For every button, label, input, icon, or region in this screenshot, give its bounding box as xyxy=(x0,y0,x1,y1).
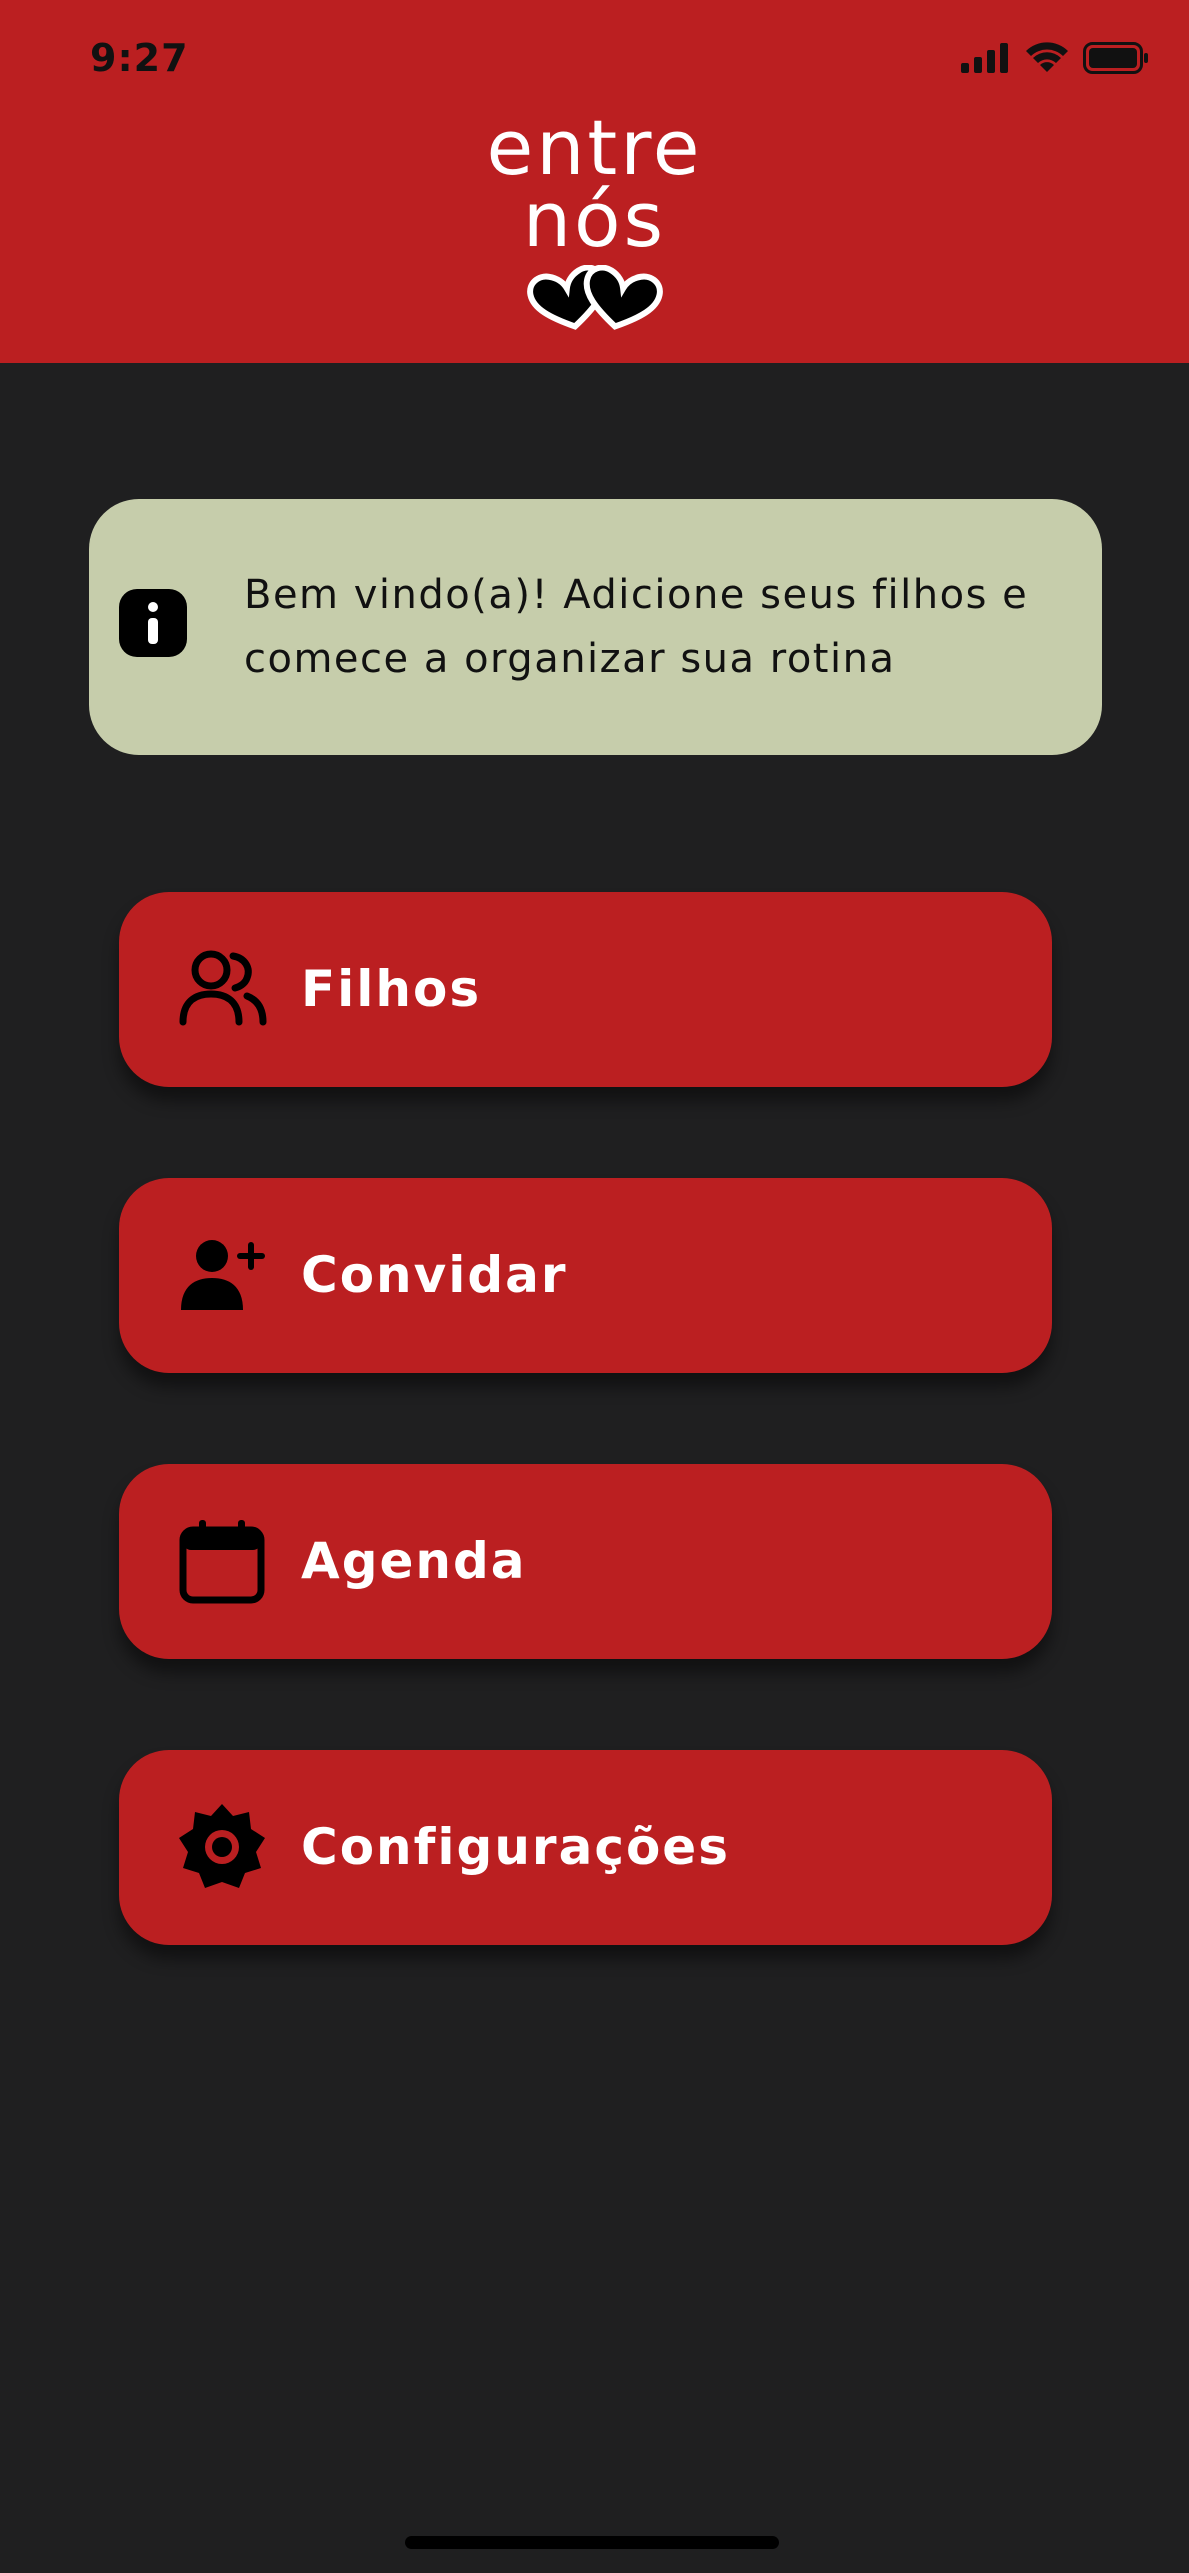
status-icons xyxy=(961,42,1149,74)
calendar-icon xyxy=(179,1520,265,1604)
filhos-label: Filhos xyxy=(301,960,482,1018)
battery-icon xyxy=(1083,42,1148,74)
signal-icon xyxy=(961,43,1008,73)
agenda-button[interactable]: Agenda xyxy=(119,1464,1052,1659)
configuracoes-button[interactable]: Configurações xyxy=(119,1750,1052,1945)
user-plus-icon xyxy=(181,1240,265,1310)
app-logo: entre nós xyxy=(0,110,1189,258)
agenda-label: Agenda xyxy=(301,1532,527,1590)
app-header: 9:27 entre nós xyxy=(0,0,1189,363)
welcome-info-banner: Bem vindo(a)! Adicione seus filhos e com… xyxy=(89,499,1102,755)
info-icon xyxy=(119,589,187,657)
convidar-button[interactable]: Convidar xyxy=(119,1178,1052,1373)
home-indicator[interactable] xyxy=(405,2536,779,2549)
filhos-button[interactable]: Filhos xyxy=(119,892,1052,1087)
logo-word-nos: nós xyxy=(522,175,667,264)
users-icon xyxy=(179,950,267,1026)
two-hearts-logo-icon xyxy=(527,265,663,330)
convidar-label: Convidar xyxy=(301,1246,568,1304)
logo-word-entre: entre xyxy=(486,103,703,192)
status-time: 9:27 xyxy=(90,36,189,80)
wifi-icon xyxy=(1026,42,1068,72)
welcome-message: Bem vindo(a)! Adicione seus filhos e com… xyxy=(244,572,1029,682)
settings-gear-icon xyxy=(179,1804,265,1888)
configuracoes-label: Configurações xyxy=(301,1818,730,1876)
